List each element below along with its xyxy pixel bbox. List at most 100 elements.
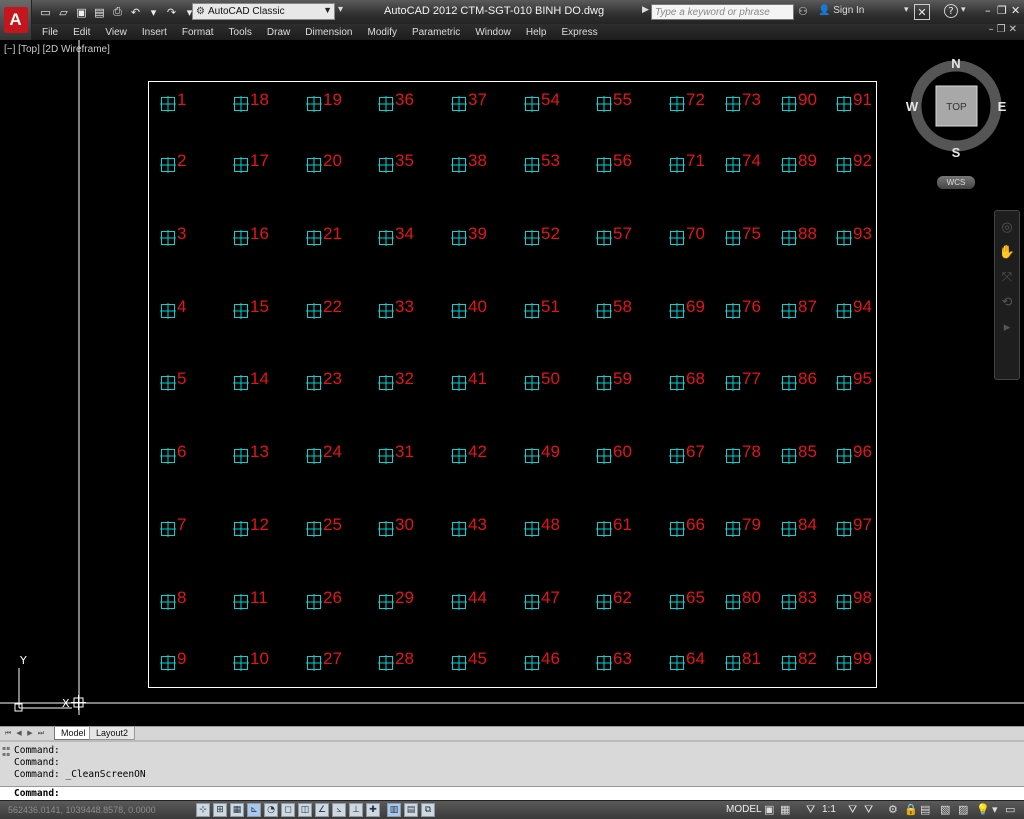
menu-file[interactable]: File (42, 27, 58, 38)
survey-point[interactable]: 62 (596, 588, 632, 610)
last-tab-icon[interactable]: ⏭ (36, 728, 46, 739)
next-tab-icon[interactable]: ▶ (25, 728, 35, 739)
first-tab-icon[interactable]: ⏮ (3, 728, 13, 739)
survey-point[interactable]: 69 (669, 297, 705, 319)
document-window-controls[interactable]: –❐✕ (989, 24, 1020, 35)
survey-point[interactable]: 79 (725, 515, 761, 537)
survey-point[interactable]: 65 (669, 588, 705, 610)
survey-point[interactable]: 75 (725, 224, 761, 246)
minimize-icon[interactable]: – (985, 4, 991, 17)
survey-point[interactable]: 47 (524, 588, 560, 610)
survey-point[interactable]: 27 (306, 649, 342, 671)
survey-point[interactable]: 26 (306, 588, 342, 610)
survey-point[interactable]: 93 (836, 224, 872, 246)
survey-point[interactable]: 59 (596, 369, 632, 391)
tab-layout2[interactable]: Layout2 (89, 727, 136, 740)
menu-window[interactable]: Window (475, 27, 511, 38)
survey-point[interactable]: 78 (725, 442, 761, 464)
orbit-icon[interactable]: ⟲ (1002, 296, 1013, 310)
showmotion-icon[interactable]: ▸ (1004, 321, 1011, 335)
drawing-area[interactable]: [−] [Top] [2D Wireframe] 1 2 3 4 5 6 7 8 9 18 17 16… (0, 40, 1024, 726)
survey-point[interactable]: 31 (378, 442, 414, 464)
survey-point[interactable]: 82 (781, 649, 817, 671)
survey-point[interactable]: 41 (451, 369, 487, 391)
undo-dropdown-icon[interactable]: ▾ (146, 5, 161, 20)
open-icon[interactable]: ▱ (56, 5, 71, 20)
menu-dimension[interactable]: Dimension (305, 27, 352, 38)
search-expand-icon[interactable]: ▶ (642, 5, 649, 15)
survey-point[interactable]: 95 (836, 369, 872, 391)
survey-point[interactable]: 6 (160, 442, 186, 464)
survey-point[interactable]: 48 (524, 515, 560, 537)
command-input[interactable] (70, 787, 1010, 800)
survey-point[interactable]: 72 (669, 90, 705, 112)
survey-point[interactable]: 84 (781, 515, 817, 537)
survey-point[interactable]: 54 (524, 90, 560, 112)
workspace-switching-icon[interactable]: ⚙ (888, 803, 898, 816)
dynamic-ucs-icon[interactable]: ⦣ (332, 803, 346, 817)
menu-help[interactable]: Help (526, 27, 547, 38)
survey-point[interactable]: 35 (378, 151, 414, 173)
survey-point[interactable]: 57 (596, 224, 632, 246)
steering-wheel-icon[interactable]: ◎ (1001, 221, 1012, 235)
survey-point[interactable]: 89 (781, 151, 817, 173)
survey-point[interactable]: 90 (781, 90, 817, 112)
survey-point[interactable]: 39 (451, 224, 487, 246)
survey-point[interactable]: 88 (781, 224, 817, 246)
object-snap-icon[interactable]: ◻ (281, 803, 295, 817)
object-snap-tracking-icon[interactable]: ∠ (315, 803, 329, 817)
survey-point[interactable]: 74 (725, 151, 761, 173)
survey-point[interactable]: 15 (233, 297, 269, 319)
viewcube[interactable]: TOP N S W E (906, 54, 1010, 158)
survey-point[interactable]: 40 (451, 297, 487, 319)
survey-point[interactable]: 30 (378, 515, 414, 537)
survey-point[interactable]: 53 (524, 151, 560, 173)
chevron-down-icon[interactable]: ▾ (961, 5, 966, 15)
annotation-scale-value[interactable]: 1:1 (822, 804, 836, 815)
survey-point[interactable]: 85 (781, 442, 817, 464)
customize-qat-icon[interactable]: ▾ (338, 4, 343, 15)
survey-point[interactable]: 29 (378, 588, 414, 610)
survey-point[interactable]: 98 (836, 588, 872, 610)
survey-point[interactable]: 3 (160, 224, 186, 246)
survey-point[interactable]: 18 (233, 90, 269, 112)
sign-in-button[interactable]: 👤 Sign In (818, 5, 864, 16)
survey-point[interactable]: 22 (306, 297, 342, 319)
menu-tools[interactable]: Tools (229, 27, 252, 38)
survey-point[interactable]: 73 (725, 90, 761, 112)
zoom-extents-icon[interactable]: ⤧ (1002, 271, 1012, 285)
survey-point[interactable]: 50 (524, 369, 560, 391)
survey-point[interactable]: 10 (233, 649, 269, 671)
survey-point[interactable]: 11 (233, 588, 268, 610)
survey-point[interactable]: 5 (160, 369, 186, 391)
survey-point[interactable]: 99 (836, 649, 872, 671)
survey-point[interactable]: 97 (836, 515, 872, 537)
menu-edit[interactable]: Edit (73, 27, 90, 38)
survey-point[interactable]: 37 (451, 90, 487, 112)
transparency-icon[interactable]: ▥ (387, 803, 401, 817)
survey-point[interactable]: 61 (596, 515, 632, 537)
survey-point[interactable]: 44 (451, 588, 487, 610)
survey-point[interactable]: 77 (725, 369, 761, 391)
survey-point[interactable]: 25 (306, 515, 342, 537)
survey-point[interactable]: 38 (451, 151, 487, 173)
survey-point[interactable]: 52 (524, 224, 560, 246)
quick-properties-icon[interactable]: ▤ (404, 803, 418, 817)
survey-point[interactable]: 7 (160, 515, 186, 537)
restore-icon[interactable]: ❐ (997, 4, 1007, 17)
survey-point[interactable]: 24 (306, 442, 342, 464)
survey-point[interactable]: 68 (669, 369, 705, 391)
wcs-menu-button[interactable]: WCS (937, 176, 975, 189)
survey-point[interactable]: 17 (233, 151, 269, 173)
survey-point[interactable]: 20 (306, 151, 342, 173)
menu-express[interactable]: Express (561, 27, 597, 38)
quick-view-drawings-icon[interactable]: ▦ (780, 803, 790, 816)
snap-mode-icon[interactable]: ⊞ (213, 803, 227, 817)
survey-point[interactable]: 63 (596, 649, 632, 671)
3d-object-snap-icon[interactable]: ◫ (298, 803, 312, 817)
survey-point[interactable]: 86 (781, 369, 817, 391)
help-icon[interactable]: ? (944, 4, 958, 18)
grip-icon[interactable]: ▪▪ ▪▪ (2, 746, 10, 758)
coordinate-readout[interactable]: 562436.0141, 1039448.8578, 0.0000 (8, 805, 156, 815)
annotation-scale-icon[interactable]: ⛛ (806, 803, 815, 817)
